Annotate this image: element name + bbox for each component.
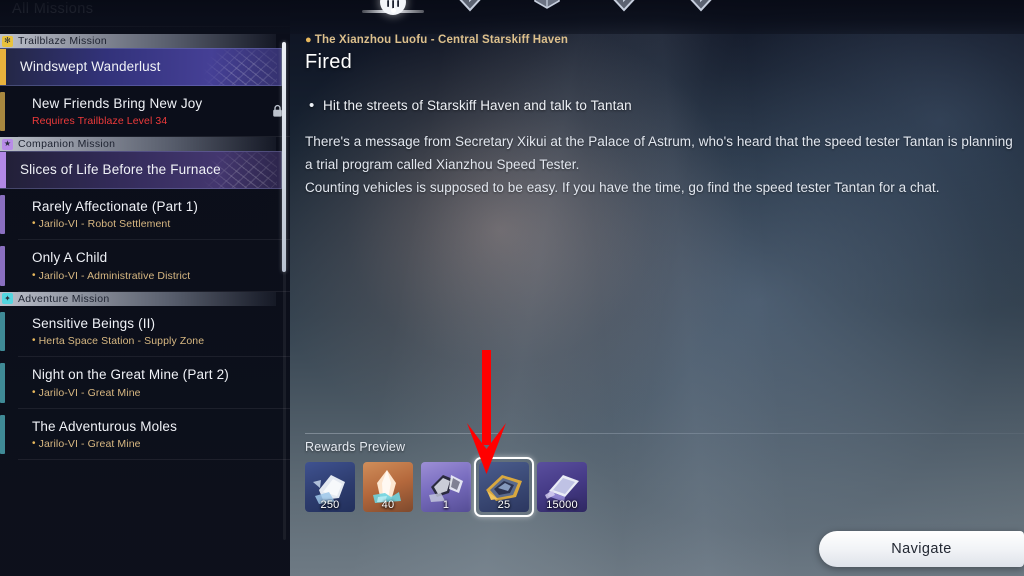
- mission-item-location: • Jarilo-VI - Great Mine: [32, 438, 264, 450]
- mission-group-header: ✻ Trailblaze Mission: [0, 34, 276, 48]
- detail-location: ● The Xianzhou Luofu - Central Starskiff…: [305, 34, 1024, 46]
- mission-accent-bar: [0, 363, 5, 403]
- tab-strip: [362, 0, 722, 22]
- top-tab-bar: [0, 0, 1024, 34]
- rewards-preview-label: Rewards Preview: [305, 440, 406, 454]
- tab-five[interactable]: [680, 0, 722, 22]
- reward-quantity: 40: [381, 499, 395, 511]
- mission-item-title: Rarely Affectionate (Part 1): [32, 198, 199, 214]
- mission-item-title: Sensitive Beings (II): [32, 315, 156, 331]
- chevron-crest-icon: [680, 0, 722, 22]
- mission-item-body: New Friends Bring New Joy Requires Trailb…: [18, 86, 290, 138]
- mission-item-title: Slices of Life Before the Furnace: [20, 162, 221, 178]
- tab-two[interactable]: [449, 0, 491, 22]
- mission-list-item[interactable]: Sensitive Beings (II) • Herta Space Statio…: [0, 306, 290, 358]
- list-scrollbar-thumb[interactable]: [282, 42, 286, 272]
- mission-item-body: Sensitive Beings (II) • Herta Space Statio…: [18, 306, 290, 358]
- mission-item-body: Night on the Great Mine (Part 2) • Jarilo-…: [18, 357, 290, 409]
- mission-item-location: • Jarilo-VI - Robot Settlement: [32, 218, 264, 230]
- map-pin-icon: •: [32, 218, 36, 230]
- mission-list-item[interactable]: New Friends Bring New Joy Requires Trailb…: [0, 86, 290, 138]
- mission-item-title: Windswept Wanderlust: [20, 59, 161, 74]
- mission-accent-bar: [0, 246, 5, 286]
- mission-item-location: • Herta Space Station - Supply Zone: [32, 335, 264, 347]
- rewards-divider: [305, 433, 1024, 434]
- mission-location-label: Jarilo-VI - Great Mine: [38, 386, 141, 399]
- mission-list-item[interactable]: Night on the Great Mine (Part 2) • Jarilo-…: [0, 357, 290, 409]
- mission-location-label: Jarilo-VI - Robot Settlement: [38, 218, 171, 231]
- mission-location-label: Herta Space Station - Supply Zone: [38, 335, 205, 348]
- map-pin-icon: ●: [305, 34, 312, 46]
- companion-star-icon: ★: [2, 138, 13, 150]
- mission-item-title: Only A Child: [32, 250, 108, 266]
- chevron-crest-icon: [449, 0, 491, 22]
- mission-group-label: Trailblaze Mission: [18, 35, 108, 47]
- mission-accent-bar: [0, 194, 5, 235]
- mission-item-body: Rarely Affectionate (Part 1) • Jarilo-VI -…: [18, 189, 290, 241]
- mission-location-label: Jarilo-VI - Great Mine: [38, 438, 141, 451]
- mission-group-header: ★ Companion Mission: [0, 137, 276, 152]
- map-pin-icon: •: [32, 438, 36, 450]
- detail-title: Fired: [305, 51, 353, 73]
- mission-group-label: Companion Mission: [18, 138, 116, 151]
- reward-quantity: 250: [320, 499, 340, 511]
- mission-accent-bar: [0, 91, 5, 132]
- mission-item-location: • Jarilo-VI - Administrative District: [32, 270, 264, 282]
- mission-group-header: ✦ Adventure Mission: [0, 291, 276, 306]
- objective-item: Hit the streets of Starskiff Haven and t…: [309, 97, 1024, 114]
- mission-item-title: Night on the Great Mine (Part 2): [32, 367, 229, 383]
- reward-quantity: 15000: [546, 499, 578, 511]
- reward-credits[interactable]: 15000: [537, 462, 587, 512]
- mission-list-panel: All Missions ✻Trailblaze MissionWindswep…: [0, 0, 290, 576]
- reward-quantity: 25: [497, 499, 511, 511]
- mission-item-title: The Adventurous Moles: [32, 418, 177, 434]
- tab-missions[interactable]: [362, 0, 424, 22]
- rewards-preview: Rewards Preview 250 40 1 25 15000: [305, 440, 587, 517]
- mission-item-body: Windswept Wanderlust: [6, 49, 281, 85]
- mission-detail-panel: ● The Xianzhou Luofu - Central Starskiff…: [305, 34, 1024, 199]
- mission-item-location: • Jarilo-VI - Great Mine: [32, 387, 264, 399]
- mission-location-label: Jarilo-VI - Administrative District: [38, 269, 191, 282]
- reward-item-grid: 250 40 1 25 15000: [305, 457, 587, 517]
- description-paragraph: Counting vehicles is supposed to be easy…: [305, 180, 940, 195]
- map-pin-icon: •: [32, 269, 36, 281]
- navigate-button-label: Navigate: [891, 541, 952, 557]
- tab-three[interactable]: [526, 0, 568, 22]
- adventure-diamond-icon: ✦: [2, 293, 13, 305]
- mission-item-body: The Adventurous Moles • Jarilo-VI - Great …: [18, 409, 290, 461]
- mission-accent-bar: [0, 311, 5, 352]
- navigate-button[interactable]: Navigate: [819, 531, 1024, 567]
- chevron-crest-icon: [603, 0, 645, 22]
- reward-stellar-jade[interactable]: 25: [474, 457, 534, 517]
- active-tab-indicator: [362, 8, 424, 13]
- reward-trailblaze-exp[interactable]: 250: [305, 462, 355, 512]
- description-paragraph: There's a message from Secretary Xikui a…: [305, 134, 1013, 172]
- map-pin-icon: •: [32, 335, 36, 347]
- book-crest-icon: [526, 0, 568, 22]
- mission-list-item[interactable]: Windswept Wanderlust: [0, 48, 282, 86]
- mission-requirement-label: Requires Trailblaze Level 34: [32, 115, 168, 128]
- reward-relic[interactable]: 1: [421, 462, 471, 512]
- mission-list-item[interactable]: Rarely Affectionate (Part 1) • Jarilo-VI -…: [0, 189, 290, 241]
- mission-group-label: Adventure Mission: [18, 292, 110, 305]
- mission-list-item[interactable]: Only A Child • Jarilo-VI - Administrative …: [0, 240, 290, 292]
- reward-credit-shard[interactable]: 40: [363, 462, 413, 512]
- mission-description: There's a message from Secretary Xikui a…: [305, 130, 1021, 199]
- tab-four[interactable]: [603, 0, 645, 22]
- mission-item-title: New Friends Bring New Joy: [32, 95, 203, 111]
- detail-location-label: The Xianzhou Luofu - Central Starskiff H…: [314, 34, 569, 46]
- mission-list-item[interactable]: The Adventurous Moles • Jarilo-VI - Great …: [0, 409, 290, 461]
- mission-item-body: Only A Child • Jarilo-VI - Administrative …: [18, 240, 290, 292]
- map-pin-icon: •: [32, 386, 36, 398]
- reward-quantity: 1: [442, 499, 450, 511]
- mission-list[interactable]: ✻ Trailblaze Mission Windswept Wanderlust N…: [0, 34, 290, 576]
- mission-list-item[interactable]: Slices of Life Before the Furnace: [0, 151, 282, 189]
- mission-item-body: Slices of Life Before the Furnace: [6, 152, 281, 188]
- trailblaze-gear-icon: ✻: [2, 35, 13, 47]
- mission-item-requirement: Requires Trailblaze Level 34: [32, 115, 264, 127]
- mission-accent-bar: [0, 414, 5, 455]
- objective-list: Hit the streets of Starskiff Haven and t…: [305, 97, 1024, 114]
